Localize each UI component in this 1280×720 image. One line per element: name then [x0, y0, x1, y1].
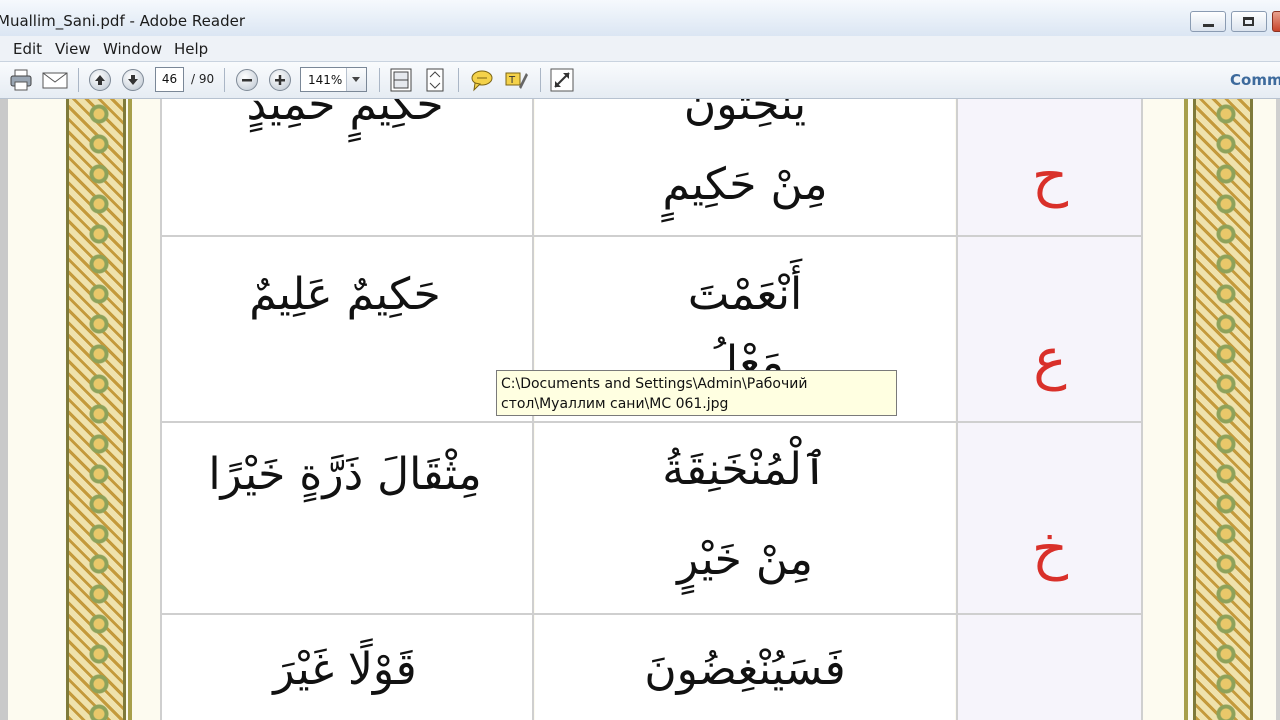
plus-icon	[269, 69, 291, 91]
toolbar-separator	[78, 68, 79, 92]
menu-view[interactable]: View	[55, 40, 91, 58]
comment-pane-link[interactable]: Comment	[1230, 71, 1280, 89]
svg-text:T: T	[508, 75, 516, 86]
table-cell-text: مِنْ خَيْرٍ	[677, 534, 813, 585]
printer-icon	[10, 69, 32, 91]
row-letter: خ	[1031, 517, 1069, 582]
scroll-edge	[0, 99, 8, 720]
toolbar-separator	[224, 68, 225, 92]
table-border	[160, 99, 162, 720]
add-comment-button[interactable]	[469, 67, 495, 93]
fit-width-icon	[426, 68, 444, 92]
print-button[interactable]	[8, 67, 34, 93]
table-cell-text: مِثْقَالَ ذَرَّةٍ خَيْرًا	[208, 449, 482, 500]
full-screen-button[interactable]	[549, 67, 575, 93]
zoom-out-button[interactable]	[234, 67, 260, 93]
previous-page-button[interactable]	[87, 67, 113, 93]
tooltip-line: C:\Documents and Settings\Admin\Рабочий	[501, 376, 808, 392]
table-cell-text: قَوْلًا غَيْرَ	[273, 644, 417, 695]
page-number-input[interactable]: 46	[155, 67, 184, 92]
toolbar-separator	[458, 68, 459, 92]
title-bar: Muallim_Sani.pdf - Adobe Reader	[0, 0, 1280, 36]
ornament-line	[1184, 99, 1188, 720]
ornament-border-left	[66, 99, 126, 720]
zoom-in-button[interactable]	[267, 67, 293, 93]
menu-edit[interactable]: Edit	[13, 40, 42, 58]
maximize-icon	[1243, 17, 1254, 26]
row-letter: ح	[1031, 144, 1069, 209]
arrow-down-icon	[122, 69, 144, 91]
table-cell-text: مِنْ حَكِيمٍ	[662, 159, 828, 210]
minimize-icon	[1203, 24, 1214, 27]
table-column-left	[162, 99, 532, 720]
toolbar-separator	[540, 68, 541, 92]
table-cell-text: حَكِيمٌ عَلِيمٌ	[249, 269, 441, 320]
chevron-down-icon[interactable]	[346, 68, 366, 91]
toolbar-separator	[379, 68, 380, 92]
menu-help[interactable]: Help	[174, 40, 208, 58]
arrow-up-icon	[89, 69, 111, 91]
speech-bubble-icon	[471, 70, 493, 92]
highlighter-icon: T	[505, 72, 528, 89]
fit-page-icon	[390, 68, 412, 92]
table-row-divider	[160, 613, 1143, 615]
expand-icon	[550, 68, 574, 92]
menu-bar: Edit View Window Help	[0, 36, 1280, 62]
table-cell-text: يَنْحِتُونَ	[683, 99, 807, 130]
next-page-button[interactable]	[120, 67, 146, 93]
scroll-edge	[1276, 99, 1280, 720]
close-button[interactable]	[1272, 11, 1280, 32]
fit-width-button[interactable]	[422, 67, 448, 93]
minimize-button[interactable]	[1190, 11, 1226, 32]
table-cell-text: حَكِيمٍ حَمِيدٍ	[246, 99, 444, 130]
fit-page-button[interactable]	[388, 67, 414, 93]
maximize-button[interactable]	[1231, 11, 1267, 32]
row-letter: ع	[1033, 327, 1067, 392]
table-border	[1141, 99, 1143, 720]
table-cell-text: ٱلْمُنْخَنِقَةُ	[662, 444, 828, 495]
menu-window[interactable]: Window	[103, 40, 162, 58]
table-cell-text: أَنْعَمْتَ	[687, 269, 803, 320]
minus-icon	[236, 69, 258, 91]
window-title: Muallim_Sani.pdf - Adobe Reader	[0, 12, 245, 30]
table-row-divider	[160, 421, 1143, 423]
envelope-icon	[42, 72, 68, 89]
table-border	[956, 99, 958, 720]
table-cell-text: فَسَيُنْغِضُونَ	[644, 644, 846, 695]
ornament-line	[128, 99, 132, 720]
ornament-border-right	[1193, 99, 1253, 720]
zoom-select[interactable]: 141%	[300, 67, 367, 92]
zoom-value: 141%	[308, 73, 343, 87]
email-button[interactable]	[41, 67, 68, 93]
page-total: / 90	[191, 72, 215, 86]
file-path-tooltip: C:\Documents and Settings\Admin\Рабочий …	[496, 370, 897, 416]
tooltip-line: стол\Муаллим сани\МС 061.jpg	[501, 396, 729, 412]
highlight-text-button[interactable]: T	[503, 67, 529, 93]
table-row-divider	[160, 235, 1143, 237]
